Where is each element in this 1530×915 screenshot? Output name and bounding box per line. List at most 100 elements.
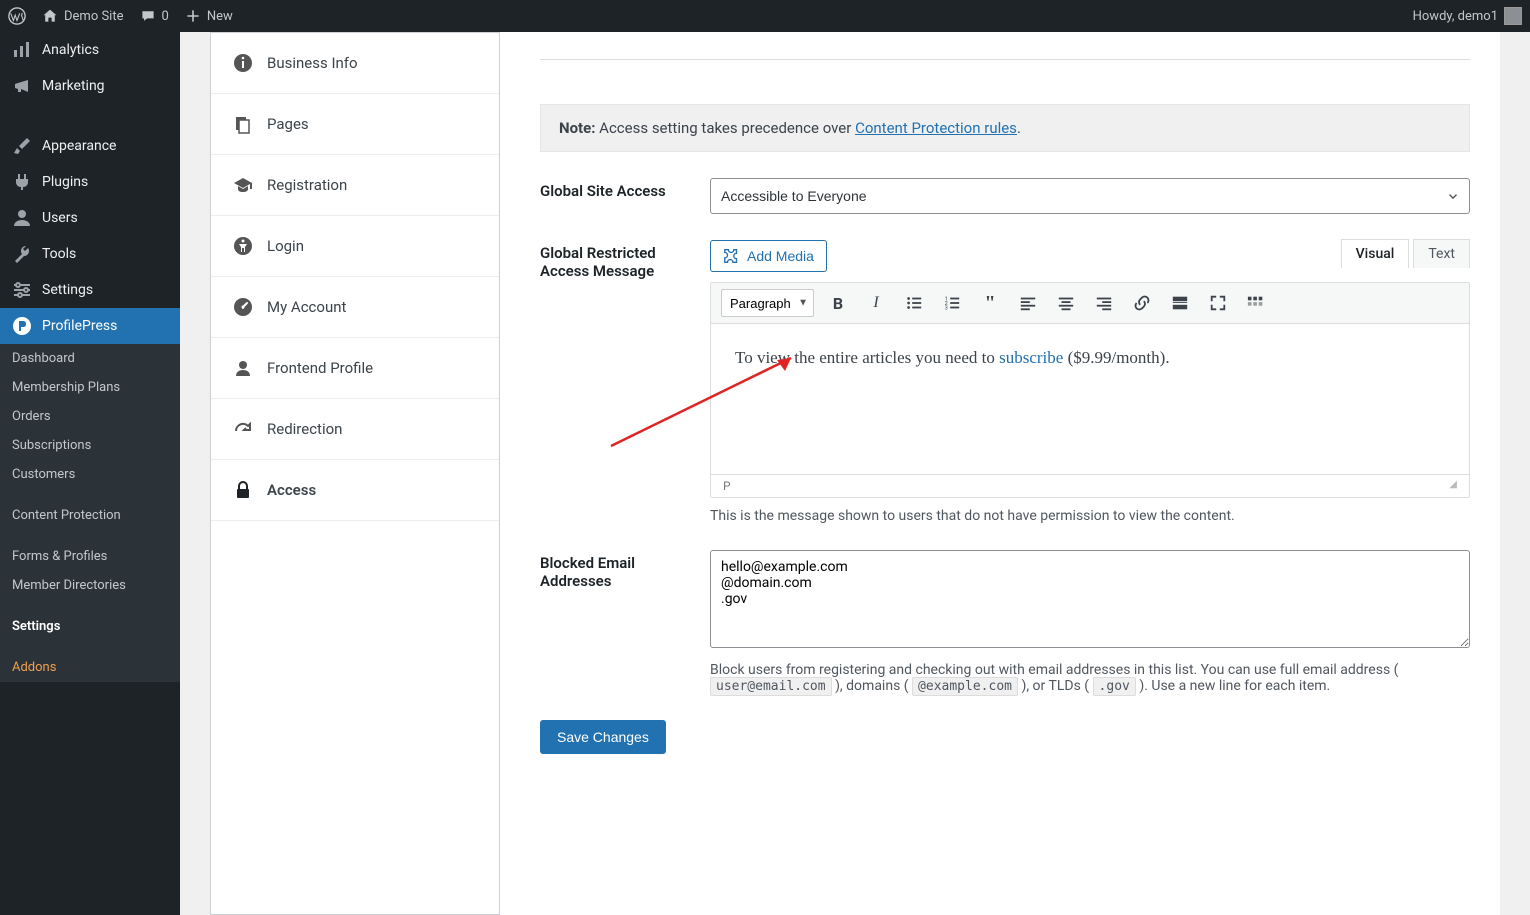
submenu-content-protection[interactable]: Content Protection — [0, 501, 180, 530]
submenu-orders[interactable]: Orders — [0, 402, 180, 431]
note-label: Note: — [559, 119, 595, 137]
plug-icon — [12, 172, 32, 192]
new-label: New — [207, 9, 233, 24]
site-name: Demo Site — [64, 9, 124, 24]
menu-appearance[interactable]: Appearance — [0, 128, 180, 164]
global-access-label: Global Site Access — [540, 178, 710, 214]
blocked-label: Blocked EmailAddresses — [540, 550, 710, 694]
subnav-label: Business Info — [267, 54, 358, 72]
editor-tab-visual[interactable]: Visual — [1341, 239, 1410, 268]
numbered-list-button[interactable]: 123 — [938, 289, 966, 317]
toolbar-toggle-button[interactable] — [1242, 289, 1270, 317]
menu-label: Marketing — [42, 78, 105, 94]
note-text: Access setting takes precedence over — [595, 119, 855, 137]
submenu-member-directories[interactable]: Member Directories — [0, 571, 180, 600]
admin-bar: Demo Site 0 New Howdy, demo1 — [0, 0, 1530, 32]
megaphone-icon — [12, 76, 32, 96]
note-dot: . — [1017, 119, 1021, 137]
subnav-label: Frontend Profile — [267, 359, 373, 377]
italic-button[interactable]: I — [862, 289, 890, 317]
wordpress-icon — [8, 7, 26, 25]
dashboard-icon — [233, 297, 253, 317]
subnav-redirection[interactable]: Redirection — [211, 399, 499, 460]
fullscreen-button[interactable] — [1204, 289, 1232, 317]
submenu-forms-profiles[interactable]: Forms & Profiles — [0, 542, 180, 571]
format-select[interactable]: Paragraph — [721, 289, 814, 317]
msg-text-pre: To view the entire articles you need to — [735, 348, 999, 367]
subnav-business-info[interactable]: Business Info — [211, 33, 499, 94]
align-left-button[interactable] — [1014, 289, 1042, 317]
editor-tab-text[interactable]: Text — [1413, 239, 1470, 268]
submenu-subscriptions[interactable]: Subscriptions — [0, 431, 180, 460]
editor-content[interactable]: To view the entire articles you need to … — [711, 324, 1469, 474]
menu-users[interactable]: Users — [0, 200, 180, 236]
bullet-list-button[interactable] — [900, 289, 928, 317]
blocked-emails-textarea[interactable] — [710, 550, 1470, 648]
add-media-button[interactable]: Add Media — [710, 240, 827, 272]
submenu-dashboard[interactable]: Dashboard — [0, 344, 180, 373]
wp-logo[interactable] — [8, 7, 26, 25]
menu-label: Analytics — [42, 42, 99, 58]
menu-marketing[interactable]: Marketing — [0, 68, 180, 104]
link-button[interactable] — [1128, 289, 1156, 317]
submenu-profilepress: Dashboard Membership Plans Orders Subscr… — [0, 344, 180, 682]
howdy-link[interactable]: Howdy, demo1 — [1413, 7, 1522, 25]
submenu-membership-plans[interactable]: Membership Plans — [0, 373, 180, 402]
menu-label: Settings — [42, 282, 93, 298]
subnav-login[interactable]: Login — [211, 216, 499, 277]
subnav-label: Redirection — [267, 420, 342, 438]
save-button[interactable]: Save Changes — [540, 720, 666, 754]
subnav-access[interactable]: Access — [211, 460, 499, 521]
subnav-my-account[interactable]: My Account — [211, 277, 499, 338]
comment-icon — [140, 8, 156, 24]
pages-icon — [233, 114, 253, 134]
resize-grip-icon[interactable]: ◢ — [1449, 479, 1457, 493]
submenu-addons[interactable]: Addons — [0, 653, 180, 682]
editor-path: P — [723, 479, 731, 493]
subnav-label: Pages — [267, 115, 309, 133]
profilepress-icon — [12, 316, 32, 336]
new-link[interactable]: New — [185, 8, 233, 24]
bold-button[interactable]: B — [824, 289, 852, 317]
align-right-button[interactable] — [1090, 289, 1118, 317]
menu-label: Appearance — [42, 138, 116, 154]
sliders-icon — [12, 280, 32, 300]
comments-link[interactable]: 0 — [140, 8, 169, 24]
wrench-icon — [12, 244, 32, 264]
svg-text:3: 3 — [945, 305, 948, 311]
submenu-customers[interactable]: Customers — [0, 460, 180, 489]
main-panel: Note: Access setting takes precedence ov… — [500, 32, 1500, 915]
brush-icon — [12, 136, 32, 156]
home-icon — [42, 8, 58, 24]
editor-statusbar: P ◢ — [711, 474, 1469, 497]
submenu-settings[interactable]: Settings — [0, 612, 180, 641]
menu-label: Users — [42, 210, 78, 226]
subnav-frontend-profile[interactable]: Frontend Profile — [211, 338, 499, 399]
global-access-select[interactable]: Accessible to Everyone — [710, 178, 1470, 214]
readmore-button[interactable] — [1166, 289, 1194, 317]
subnav-label: My Account — [267, 298, 346, 316]
lock-icon — [233, 480, 253, 500]
redirect-icon — [233, 419, 253, 439]
align-center-button[interactable] — [1052, 289, 1080, 317]
menu-analytics[interactable]: Analytics — [0, 32, 180, 68]
code-example: .gov — [1093, 677, 1136, 696]
content-protection-link[interactable]: Content Protection rules — [855, 119, 1017, 137]
comments-count: 0 — [162, 9, 169, 24]
menu-profilepress[interactable]: ProfilePress — [0, 308, 180, 344]
subnav-registration[interactable]: Registration — [211, 155, 499, 216]
subscribe-link[interactable]: subscribe — [999, 348, 1063, 367]
plus-icon — [185, 8, 201, 24]
site-link[interactable]: Demo Site — [42, 8, 124, 24]
blockquote-button[interactable]: " — [976, 289, 1004, 317]
menu-tools[interactable]: Tools — [0, 236, 180, 272]
editor-toolbar: Paragraph ▼ B I 123 " — [711, 283, 1469, 324]
note-box: Note: Access setting takes precedence ov… — [540, 104, 1470, 152]
subnav-pages[interactable]: Pages — [211, 94, 499, 155]
msg-text-post: ($9.99/month). — [1063, 348, 1169, 367]
menu-plugins[interactable]: Plugins — [0, 164, 180, 200]
admin-menu: Analytics Marketing Appearance Plugins U… — [0, 32, 180, 915]
menu-settings[interactable]: Settings — [0, 272, 180, 308]
avatar-icon — [1504, 7, 1522, 25]
menu-label: Plugins — [42, 174, 88, 190]
